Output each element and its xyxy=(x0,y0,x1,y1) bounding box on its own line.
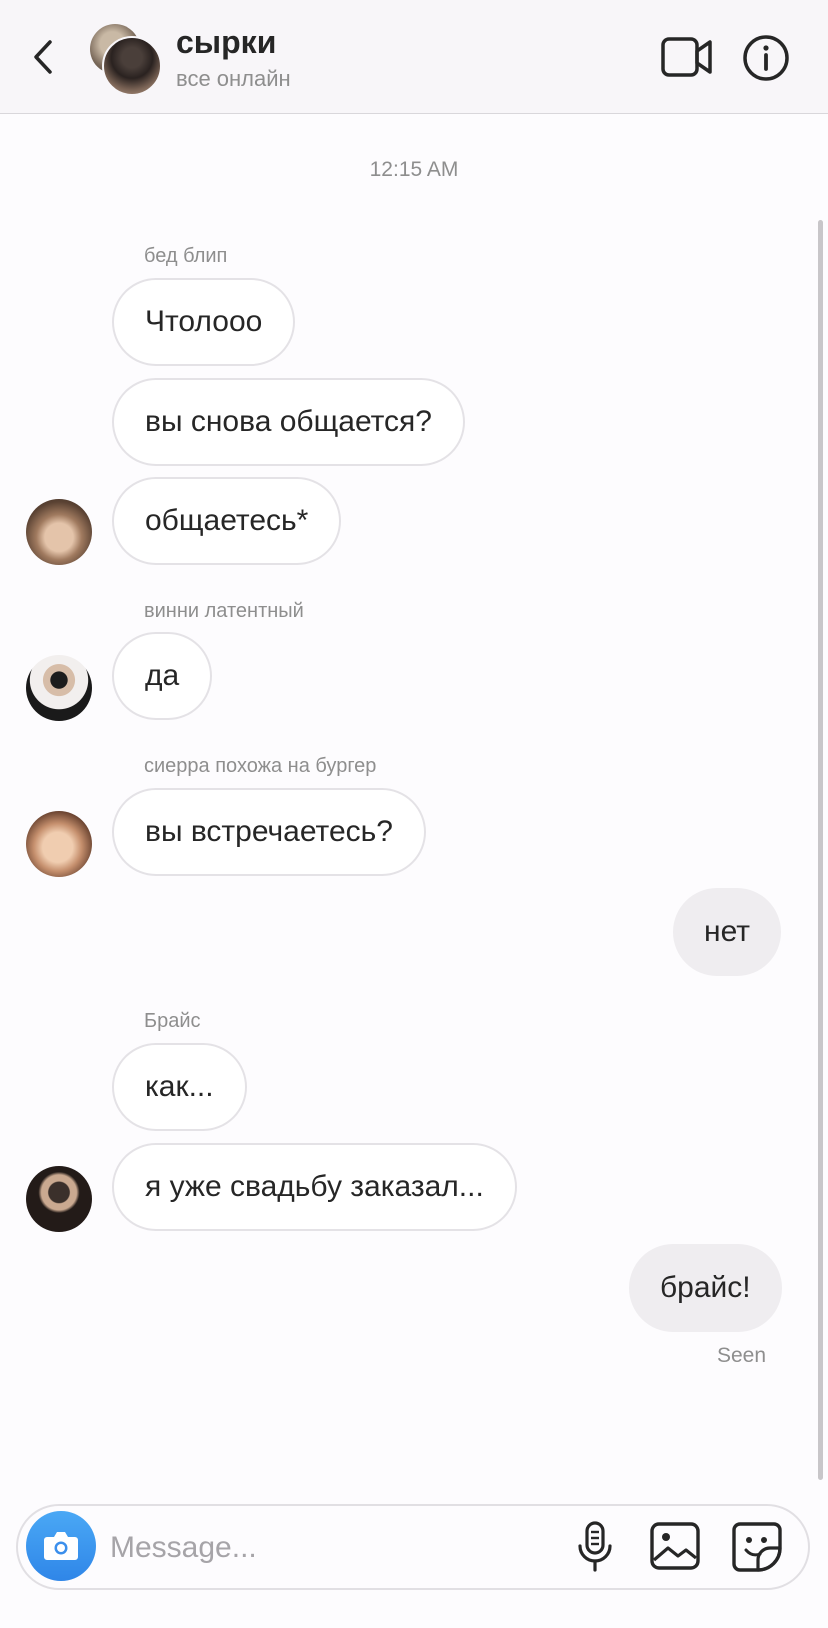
message-bubble[interactable]: да xyxy=(112,632,213,720)
member-avatar xyxy=(102,36,162,96)
voice-message-button[interactable] xyxy=(574,1520,616,1574)
gallery-button[interactable] xyxy=(648,1520,702,1572)
message-bubble[interactable]: Чтолооо xyxy=(112,278,296,366)
video-camera-icon xyxy=(661,37,712,77)
avatar[interactable] xyxy=(26,655,92,721)
message-bubble-outgoing[interactable]: брайс! xyxy=(629,1244,782,1332)
chat-title[interactable]: сырки xyxy=(176,24,276,61)
camera-button[interactable] xyxy=(26,1511,96,1581)
sender-name: сиерра похожа на бургер xyxy=(144,755,377,777)
group-avatar[interactable] xyxy=(88,22,162,96)
info-button[interactable] xyxy=(742,34,790,82)
message-bubble[interactable]: вы встречаетесь? xyxy=(112,788,426,876)
avatar[interactable] xyxy=(26,499,92,565)
message-bubble[interactable]: я уже свадьбу заказал... xyxy=(112,1143,517,1231)
sticker-icon xyxy=(732,1522,782,1572)
message-bubble[interactable]: вы снова общается? xyxy=(112,378,465,466)
image-icon xyxy=(650,1522,700,1570)
sender-name: Брайс xyxy=(144,1010,201,1032)
chat-status: все онлайн xyxy=(176,66,291,91)
chevron-left-icon xyxy=(34,40,52,74)
sticker-button[interactable] xyxy=(730,1520,784,1574)
seen-indicator: Seen xyxy=(716,1344,766,1367)
avatar[interactable] xyxy=(26,1166,92,1232)
info-icon xyxy=(743,35,789,81)
message-bubble[interactable]: как... xyxy=(112,1043,247,1131)
sender-name: винни латентный xyxy=(144,600,304,622)
camera-icon xyxy=(44,1532,78,1560)
message-bubble-outgoing[interactable]: нет xyxy=(673,888,781,976)
sender-name: бед блип xyxy=(144,245,228,267)
back-button[interactable] xyxy=(24,30,64,84)
chat-header: сырки все онлайн xyxy=(0,0,828,114)
scrollbar[interactable] xyxy=(818,220,823,1480)
message-bubble[interactable]: общаетесь* xyxy=(112,477,342,565)
video-call-button[interactable] xyxy=(660,34,714,80)
chat-timestamp: 12:15 AM xyxy=(369,158,459,181)
avatar[interactable] xyxy=(26,811,92,877)
message-input[interactable] xyxy=(108,1524,552,1572)
microphone-icon xyxy=(578,1521,612,1572)
